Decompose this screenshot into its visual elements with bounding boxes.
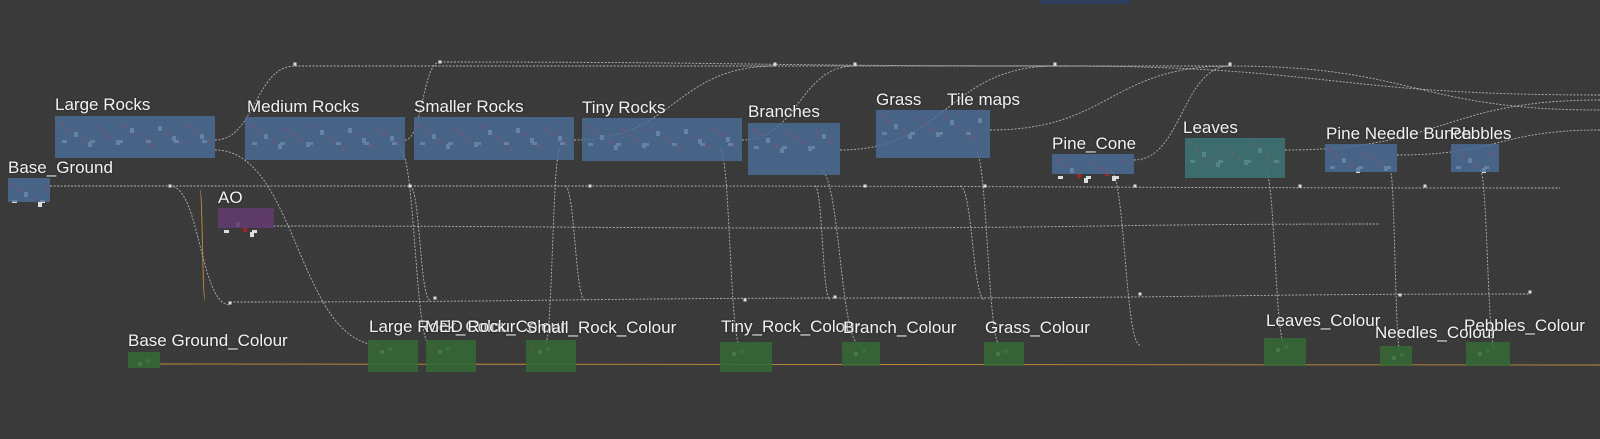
graph-node[interactable] bbox=[1133, 184, 1137, 188]
graph-node[interactable] bbox=[853, 62, 857, 66]
graph-node[interactable] bbox=[433, 296, 437, 300]
wire bbox=[1229, 65, 1600, 111]
frame-leaves[interactable] bbox=[1185, 138, 1285, 178]
wire bbox=[1109, 169, 1141, 346]
frame-medium-rocks[interactable] bbox=[245, 117, 405, 160]
frame-base-ground-colour[interactable] bbox=[128, 352, 160, 368]
graph-node[interactable] bbox=[168, 184, 172, 188]
wire bbox=[269, 225, 821, 229]
graph-node[interactable] bbox=[983, 184, 987, 188]
frame-pebbles[interactable] bbox=[1451, 144, 1499, 172]
wire bbox=[719, 149, 741, 346]
graph-node[interactable] bbox=[1398, 293, 1402, 297]
label-branches: Branches bbox=[748, 102, 820, 121]
frame-pine-cone[interactable] bbox=[1052, 154, 1134, 174]
frame-med-rock-colour[interactable] bbox=[426, 340, 476, 372]
label-grass: Grass bbox=[876, 90, 922, 109]
frame-large-rocks[interactable] bbox=[55, 116, 215, 158]
wire bbox=[409, 185, 431, 301]
frame-pine-needle-bunch[interactable] bbox=[1325, 144, 1397, 172]
wire bbox=[214, 149, 381, 346]
frame-tiny-rock-colour[interactable] bbox=[720, 342, 772, 372]
wire bbox=[899, 293, 1531, 299]
frame-branch-colour[interactable] bbox=[842, 342, 880, 366]
frame-small-rock-colour[interactable] bbox=[526, 340, 576, 372]
graph-node[interactable] bbox=[1058, 176, 1063, 179]
label-large-rocks: Large Rocks bbox=[55, 95, 151, 114]
frame-tile-maps[interactable] bbox=[936, 110, 990, 158]
graph-node[interactable] bbox=[1138, 292, 1142, 296]
frame-grass[interactable] bbox=[876, 110, 936, 158]
label-tiny-rock-colour: Tiny_Rock_Colour bbox=[721, 317, 861, 336]
wire bbox=[1059, 65, 1600, 96]
label-tiny-rocks: Tiny Rocks bbox=[582, 98, 666, 117]
wire bbox=[599, 185, 1561, 189]
graph-node[interactable] bbox=[743, 298, 747, 302]
graph-node[interactable] bbox=[1053, 62, 1057, 66]
graph-node[interactable] bbox=[1423, 184, 1427, 188]
label-branch-colour: Branch_Colour bbox=[843, 318, 957, 337]
frame-grass-colour[interactable] bbox=[984, 342, 1024, 366]
wire bbox=[544, 149, 561, 346]
wire bbox=[974, 149, 1001, 346]
label-base-ground-colour: Base Ground_Colour bbox=[128, 331, 288, 350]
label-leaves-colour: Leaves_Colour bbox=[1266, 311, 1381, 330]
label-tile-maps: Tile maps bbox=[947, 90, 1021, 109]
frame-tiny-rocks[interactable] bbox=[582, 118, 742, 161]
graph-node[interactable] bbox=[1298, 184, 1302, 188]
graph-node[interactable] bbox=[1114, 176, 1119, 179]
label-base-ground: Base_Ground bbox=[8, 158, 113, 177]
frame-needles-colour[interactable] bbox=[1380, 346, 1412, 366]
wire bbox=[564, 185, 586, 301]
label-ao: AO bbox=[218, 188, 243, 207]
label-pebbles: Pebbles bbox=[1450, 124, 1512, 143]
wire bbox=[439, 61, 1061, 67]
graph-node[interactable] bbox=[1228, 62, 1232, 66]
wire bbox=[229, 297, 901, 303]
wire bbox=[814, 185, 831, 301]
wire bbox=[959, 185, 986, 301]
label-leaves: Leaves bbox=[1183, 118, 1238, 137]
frame-branches[interactable] bbox=[748, 123, 840, 175]
wire bbox=[819, 223, 1381, 229]
wire bbox=[399, 149, 431, 346]
label-smaller-rocks: Smaller Rocks bbox=[414, 97, 524, 116]
frame-large-rock-colour[interactable] bbox=[368, 340, 418, 372]
label-medium-rocks: Medium Rocks bbox=[247, 97, 360, 116]
frame-ao[interactable] bbox=[218, 208, 274, 228]
label-pine-cone: Pine_Cone bbox=[1052, 134, 1137, 153]
frame-smaller-rocks[interactable] bbox=[414, 117, 574, 160]
graph-node[interactable] bbox=[252, 230, 257, 233]
graph-node[interactable] bbox=[438, 60, 442, 64]
graph-node[interactable] bbox=[833, 295, 837, 299]
graph-node[interactable] bbox=[408, 184, 412, 188]
label-grass-colour: Grass_Colour bbox=[985, 318, 1090, 337]
graph-node[interactable] bbox=[588, 184, 592, 188]
wire bbox=[199, 189, 206, 301]
label-pebbles-colour: Pebbles_Colour bbox=[1464, 316, 1585, 335]
frame-leaves-colour[interactable] bbox=[1264, 338, 1306, 366]
frame-pebbles-colour[interactable] bbox=[1466, 342, 1510, 366]
graph-node[interactable] bbox=[1528, 290, 1532, 294]
graph-node[interactable] bbox=[1086, 176, 1091, 179]
graph-node[interactable] bbox=[863, 184, 867, 188]
graph-node[interactable] bbox=[224, 230, 229, 233]
graph-node[interactable] bbox=[773, 62, 777, 66]
graph-node[interactable] bbox=[293, 62, 297, 66]
frame-base-ground[interactable] bbox=[8, 178, 50, 202]
label-small-rock-colour: Small_Rock_Colour bbox=[526, 318, 677, 337]
graph-node[interactable] bbox=[228, 301, 232, 305]
